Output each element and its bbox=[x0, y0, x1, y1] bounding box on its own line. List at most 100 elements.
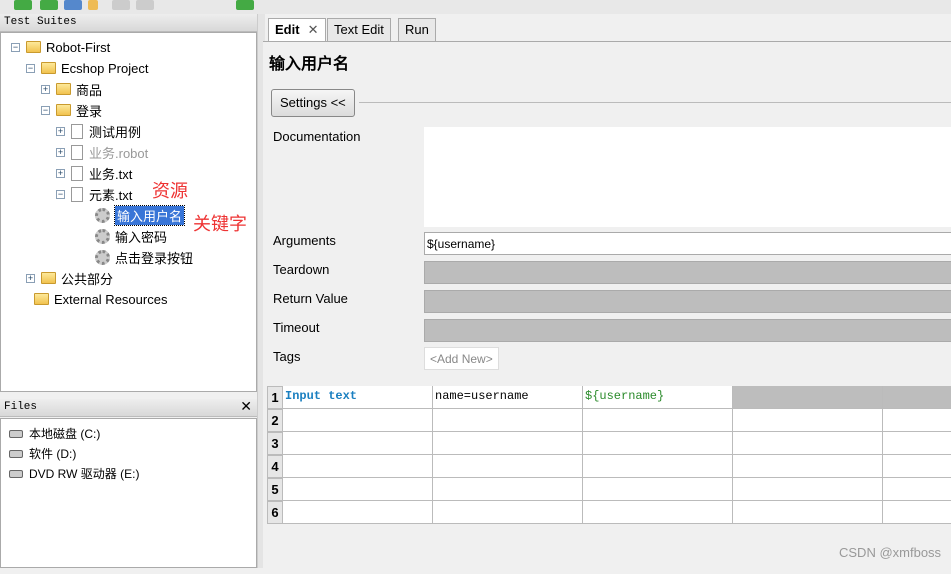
tab-label: Edit bbox=[275, 22, 300, 37]
tree-node-selected[interactable]: 输入用户名 bbox=[95, 204, 186, 226]
node-label: 输入密码 bbox=[115, 229, 168, 245]
grid-cell[interactable] bbox=[883, 501, 951, 524]
expand-icon[interactable]: + bbox=[56, 168, 65, 178]
resource-file-icon bbox=[71, 144, 83, 160]
close-tab-icon[interactable]: ✕ bbox=[308, 22, 319, 37]
tab-text-edit[interactable]: Text Edit bbox=[327, 18, 391, 41]
grid-cell[interactable] bbox=[583, 432, 733, 455]
tree-node[interactable]: External Resources bbox=[34, 289, 167, 309]
tree-node[interactable]: + 商品 bbox=[41, 79, 102, 99]
files-header: Files ✕ bbox=[0, 399, 257, 417]
grid-cell[interactable] bbox=[583, 455, 733, 478]
collapse-icon[interactable]: − bbox=[56, 189, 65, 199]
grid-cell[interactable] bbox=[433, 455, 583, 478]
back-icon[interactable] bbox=[14, 0, 32, 10]
drive-item[interactable]: 本地磁盘 (C:) bbox=[9, 425, 100, 442]
run-icon[interactable] bbox=[236, 0, 254, 10]
tree-node[interactable]: − 元素.txt bbox=[56, 184, 132, 204]
node-label: 商品 bbox=[76, 82, 103, 98]
return-value-field[interactable] bbox=[424, 290, 951, 313]
grid-cell[interactable]: ${username} bbox=[583, 386, 733, 409]
folder-icon bbox=[26, 41, 41, 53]
grid-cell[interactable] bbox=[283, 432, 433, 455]
tab-run[interactable]: Run bbox=[398, 18, 436, 41]
grid-cell[interactable] bbox=[283, 455, 433, 478]
grid-cell[interactable] bbox=[433, 501, 583, 524]
open-icon[interactable] bbox=[88, 0, 98, 10]
folder-icon bbox=[56, 104, 71, 116]
grid-row: 4 bbox=[267, 455, 951, 478]
grid-cell[interactable] bbox=[733, 478, 883, 501]
resource-file-icon bbox=[71, 165, 83, 181]
grid-cell[interactable] bbox=[583, 409, 733, 432]
row-number[interactable]: 1 bbox=[267, 386, 283, 409]
grid-cell[interactable] bbox=[883, 409, 951, 432]
toolbar bbox=[0, 0, 951, 14]
keyword-gear-icon bbox=[95, 228, 110, 244]
grid-cell[interactable] bbox=[583, 478, 733, 501]
tree-node[interactable]: + 公共部分 bbox=[26, 268, 113, 288]
row-number[interactable]: 3 bbox=[267, 432, 283, 455]
collapse-icon[interactable]: − bbox=[26, 63, 35, 73]
drive-item[interactable]: 软件 (D:) bbox=[9, 445, 76, 462]
grid-row: 2 bbox=[267, 409, 951, 432]
grid-cell[interactable] bbox=[283, 409, 433, 432]
settings-button[interactable]: Settings << bbox=[271, 89, 355, 117]
grid-cell[interactable] bbox=[733, 455, 883, 478]
grid-cell[interactable] bbox=[733, 386, 883, 409]
keyword-gear-icon bbox=[95, 249, 110, 265]
forward-icon[interactable] bbox=[40, 0, 58, 10]
row-number[interactable]: 2 bbox=[267, 409, 283, 432]
expand-icon[interactable]: + bbox=[56, 147, 65, 157]
folder-icon bbox=[34, 293, 49, 305]
grid-cell[interactable] bbox=[733, 501, 883, 524]
tree-node[interactable]: 输入密码 bbox=[95, 226, 167, 246]
grid-cell[interactable] bbox=[883, 478, 951, 501]
expand-icon[interactable]: + bbox=[26, 273, 35, 283]
node-label: 业务.robot bbox=[89, 145, 149, 161]
grid-cell[interactable] bbox=[433, 478, 583, 501]
grid-cell[interactable] bbox=[883, 455, 951, 478]
tree-node[interactable]: − Ecshop Project bbox=[26, 58, 148, 78]
tab-edit[interactable]: Edit ✕ bbox=[268, 18, 326, 41]
tree-node[interactable]: + 业务.robot bbox=[56, 142, 148, 162]
dvd-drive-icon bbox=[9, 469, 23, 478]
grid-row: 3 bbox=[267, 432, 951, 455]
save-icon[interactable] bbox=[64, 0, 82, 10]
drive-item[interactable]: DVD RW 驱动器 (E:) bbox=[9, 465, 139, 482]
tree-node[interactable]: + 测试用例 bbox=[56, 121, 141, 141]
tree-node[interactable]: 点击登录按钮 bbox=[95, 247, 193, 267]
row-number[interactable]: 4 bbox=[267, 455, 283, 478]
row-number[interactable]: 5 bbox=[267, 478, 283, 501]
expand-icon[interactable]: + bbox=[41, 84, 50, 94]
grid-cell[interactable] bbox=[283, 478, 433, 501]
grid-cell[interactable] bbox=[433, 432, 583, 455]
add-tag-button[interactable]: <Add New> bbox=[424, 347, 499, 370]
timeout-field[interactable] bbox=[424, 319, 951, 342]
grid-cell[interactable] bbox=[883, 386, 951, 409]
documentation-field[interactable] bbox=[424, 127, 951, 227]
arguments-field[interactable]: ${username} bbox=[424, 232, 951, 255]
collapse-icon[interactable]: − bbox=[41, 105, 50, 115]
resource-file-icon bbox=[71, 186, 83, 202]
grid-cell[interactable]: Input text bbox=[283, 386, 433, 409]
collapse-icon[interactable]: − bbox=[11, 42, 20, 52]
teardown-field[interactable] bbox=[424, 261, 951, 284]
close-icon[interactable]: ✕ bbox=[240, 399, 252, 415]
grid-cell[interactable] bbox=[583, 501, 733, 524]
keyword-gear-icon bbox=[95, 207, 110, 223]
doc-icon[interactable] bbox=[112, 0, 130, 10]
tree-node[interactable]: − 登录 bbox=[41, 100, 102, 120]
grid-cell[interactable] bbox=[733, 409, 883, 432]
tree-node[interactable]: + 业务.txt bbox=[56, 163, 132, 183]
tree-node[interactable]: − Robot-First bbox=[11, 37, 110, 57]
grid-cell[interactable] bbox=[433, 409, 583, 432]
grid-cell[interactable] bbox=[883, 432, 951, 455]
expand-icon[interactable]: + bbox=[56, 126, 65, 136]
grid-cell[interactable]: name=username bbox=[433, 386, 583, 409]
row-number[interactable]: 6 bbox=[267, 501, 283, 524]
grid-cell[interactable] bbox=[283, 501, 433, 524]
grid-cell[interactable] bbox=[733, 432, 883, 455]
doc2-icon[interactable] bbox=[136, 0, 154, 10]
divider bbox=[359, 102, 951, 103]
